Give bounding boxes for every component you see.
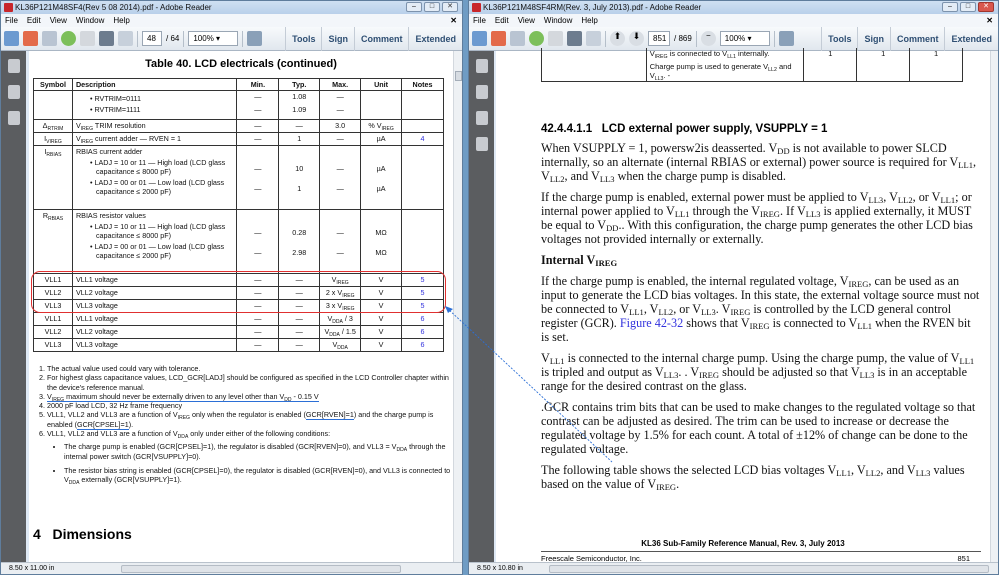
annotation-arrow xyxy=(445,306,613,463)
arrow-line xyxy=(446,307,613,463)
arrow-head xyxy=(445,306,453,313)
